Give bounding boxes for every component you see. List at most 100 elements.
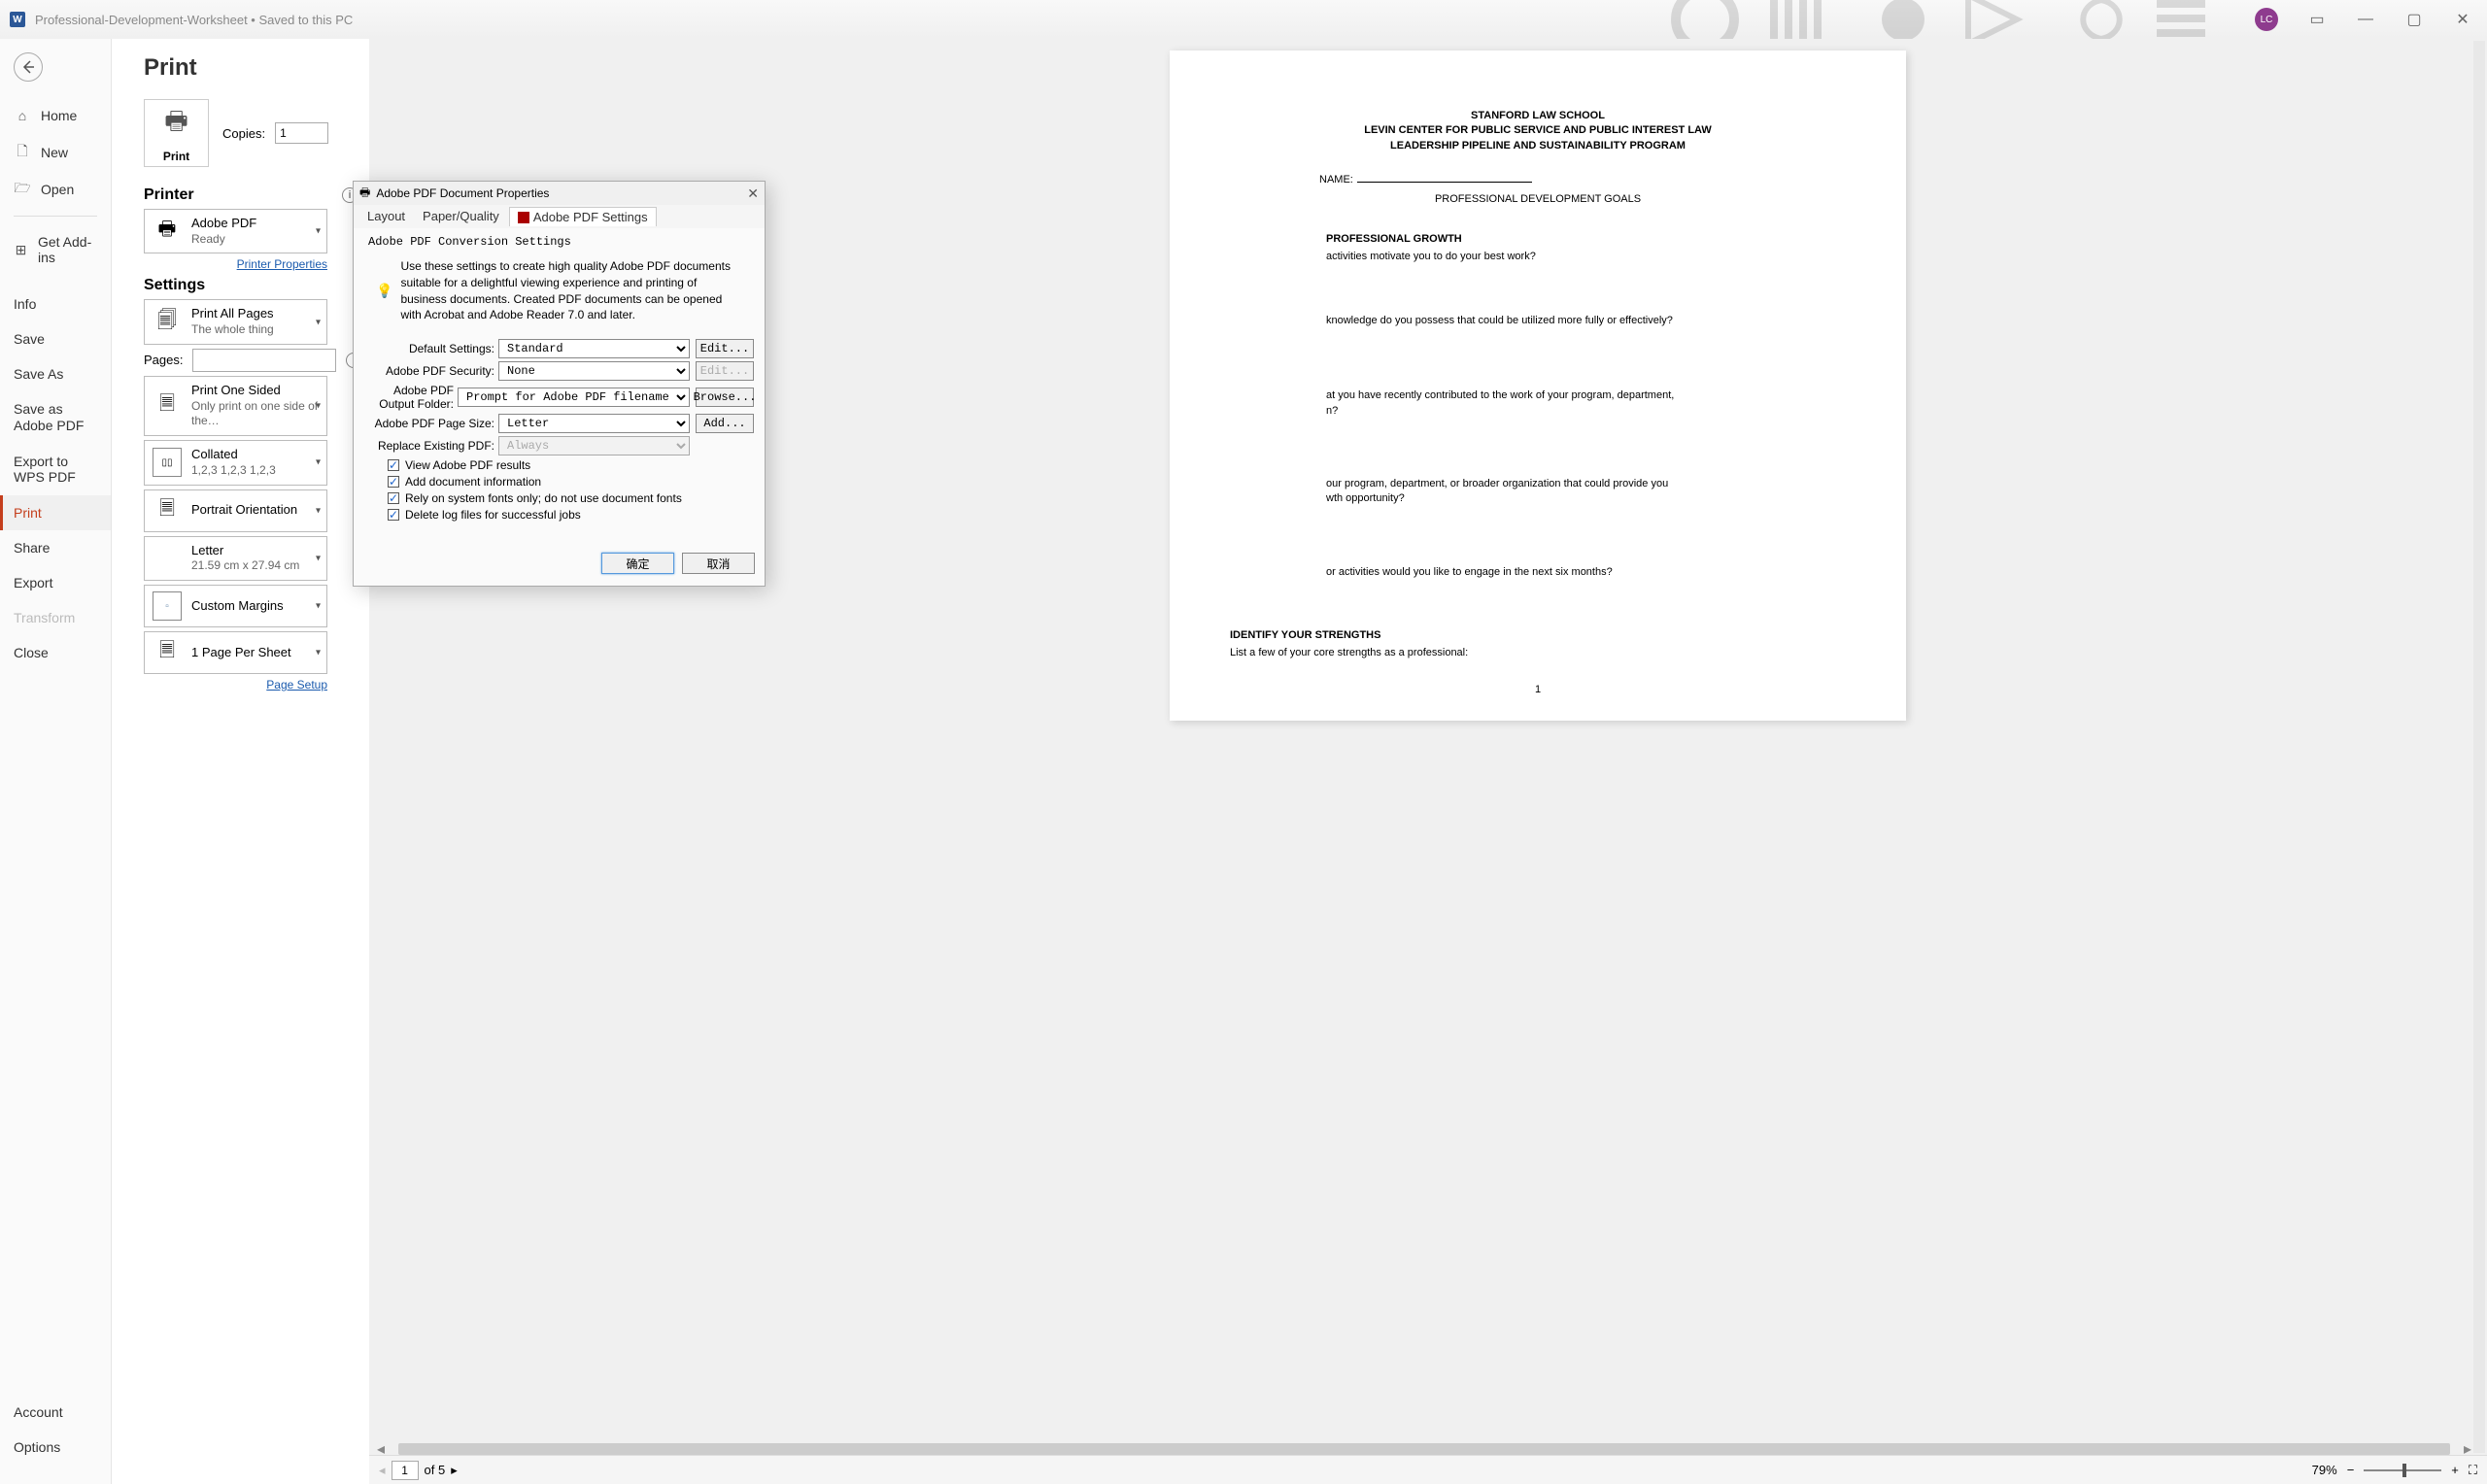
nav-export[interactable]: Export xyxy=(0,565,111,600)
printer-select[interactable]: 🖶 Adobe PDF Ready ▾ xyxy=(144,209,327,253)
printer-properties-link[interactable]: Printer Properties xyxy=(144,257,327,271)
left-nav: ⌂Home 🗋New 🗁Open ⊞Get Add-ins Info Save … xyxy=(0,39,112,1484)
nav-print[interactable]: Print xyxy=(0,495,111,530)
pages-per-sheet-select[interactable]: 🗏 1 Page Per Sheet ▾ xyxy=(144,631,327,674)
zoom-out-icon[interactable]: − xyxy=(2347,1463,2355,1477)
page-setup-link[interactable]: Page Setup xyxy=(144,678,327,691)
view-results-checkbox[interactable]: ✓ View Adobe PDF results xyxy=(388,458,754,472)
print-range-select[interactable]: 🗐 Print All PagesThe whole thing ▾ xyxy=(144,299,327,344)
checkbox-checked-icon: ✓ xyxy=(388,476,399,488)
chevron-down-icon: ▾ xyxy=(316,553,321,563)
sheet-icon: 🗏 xyxy=(153,638,182,667)
minimize-icon[interactable]: — xyxy=(2356,10,2375,29)
back-button[interactable] xyxy=(14,52,43,82)
nav-open[interactable]: 🗁Open xyxy=(0,171,111,208)
checkbox-checked-icon: ✓ xyxy=(388,459,399,471)
home-icon: ⌂ xyxy=(14,107,31,124)
cancel-button[interactable]: 取消 xyxy=(682,553,755,574)
orientation-select[interactable]: 🗏 Portrait Orientation ▾ xyxy=(144,489,327,532)
nav-addins[interactable]: ⊞Get Add-ins xyxy=(0,224,111,275)
chevron-down-icon: ▾ xyxy=(316,648,321,658)
edit-security-button: Edit... xyxy=(696,361,754,381)
paper-icon xyxy=(153,544,182,573)
printer-small-icon: 🖶 xyxy=(359,184,370,204)
new-doc-icon: 🗋 xyxy=(14,144,31,161)
pdf-icon xyxy=(518,212,529,223)
output-folder-label: Adobe PDF Output Folder: xyxy=(364,384,458,411)
page-total: of 5 xyxy=(425,1463,446,1477)
print-panel: Print 🖶 Print Copies: Printer i 🖶 Adobe … xyxy=(112,39,369,1484)
replace-pdf-label: Replace Existing PDF: xyxy=(364,439,498,453)
margins-icon: ▫ xyxy=(153,591,182,621)
add-button[interactable]: Add... xyxy=(696,414,754,433)
next-page-icon[interactable]: ▸ xyxy=(451,1463,458,1478)
back-arrow-icon xyxy=(20,59,36,75)
dialog-close-button[interactable]: ✕ xyxy=(747,186,759,202)
paper-size-select[interactable]: Letter21.59 cm x 27.94 cm ▾ xyxy=(144,536,327,581)
nav-save[interactable]: Save xyxy=(0,321,111,356)
zoom-controls: 79% − + ⛶ xyxy=(2312,1463,2477,1478)
default-settings-select[interactable]: Standard xyxy=(498,339,690,358)
tab-layout[interactable]: Layout xyxy=(359,207,413,226)
sides-select[interactable]: 🗏 Print One SidedOnly print on one side … xyxy=(144,376,327,436)
dialog-title: Adobe PDF Document Properties xyxy=(376,186,549,200)
chevron-down-icon: ▾ xyxy=(316,505,321,516)
page-size-select[interactable]: Letter xyxy=(498,414,690,433)
open-folder-icon: 🗁 xyxy=(14,181,31,198)
addins-icon: ⊞ xyxy=(14,241,28,258)
delete-log-checkbox[interactable]: ✓ Delete log files for successful jobs xyxy=(388,508,754,522)
margins-select[interactable]: ▫ Custom Margins ▾ xyxy=(144,585,327,627)
dialog-titlebar[interactable]: 🖶 Adobe PDF Document Properties ✕ xyxy=(354,182,765,205)
nav-home[interactable]: ⌂Home xyxy=(0,97,111,134)
nav-saveas[interactable]: Save As xyxy=(0,356,111,391)
nav-share[interactable]: Share xyxy=(0,530,111,565)
collate-select[interactable]: ▯▯ Collated1,2,3 1,2,3 1,2,3 ▾ xyxy=(144,440,327,485)
document-title: Professional-Development-Worksheet • Sav… xyxy=(35,13,353,27)
printer-section-header: Printer i xyxy=(144,186,361,204)
page-size-label: Adobe PDF Page Size: xyxy=(364,417,498,430)
zoom-in-icon[interactable]: + xyxy=(2451,1463,2459,1477)
zoom-slider[interactable] xyxy=(2364,1469,2441,1471)
dialog-tabs: Layout Paper/Quality Adobe PDF Settings xyxy=(354,205,765,228)
maximize-icon[interactable]: ▢ xyxy=(2404,10,2424,29)
nav-save-adobe[interactable]: Save as Adobe PDF xyxy=(0,391,111,444)
one-sided-icon: 🗏 xyxy=(153,391,182,421)
add-doc-info-checkbox[interactable]: ✓ Add document information xyxy=(388,475,754,489)
nav-info[interactable]: Info xyxy=(0,287,111,321)
current-page-input[interactable] xyxy=(392,1461,419,1480)
nav-close[interactable]: Close xyxy=(0,635,111,670)
pages-input[interactable] xyxy=(192,349,336,372)
tab-paper-quality[interactable]: Paper/Quality xyxy=(415,207,507,226)
nav-account[interactable]: Account xyxy=(0,1395,112,1430)
vertical-scrollbar[interactable] xyxy=(2473,41,2485,1453)
browse-button[interactable]: Browse... xyxy=(696,388,754,407)
output-folder-select[interactable]: Prompt for Adobe PDF filename xyxy=(458,388,690,407)
checkbox-checked-icon: ✓ xyxy=(388,509,399,521)
print-button[interactable]: 🖶 Print xyxy=(144,99,209,167)
tab-pdf-settings[interactable]: Adobe PDF Settings xyxy=(509,207,657,226)
default-settings-label: Default Settings: xyxy=(364,342,498,355)
nav-options[interactable]: Options xyxy=(0,1430,112,1465)
chevron-down-icon: ▾ xyxy=(316,401,321,412)
ok-button[interactable]: 确定 xyxy=(601,553,674,574)
security-select[interactable]: None xyxy=(498,361,690,381)
collated-icon: ▯▯ xyxy=(153,448,182,477)
prev-page-icon[interactable]: ◂ xyxy=(379,1463,386,1478)
close-window-icon[interactable]: ✕ xyxy=(2453,10,2472,29)
chevron-down-icon: ▾ xyxy=(316,317,321,327)
scroll-right-icon[interactable]: ▸ xyxy=(2464,1439,2471,1459)
user-avatar[interactable]: LC xyxy=(2255,8,2278,31)
edit-default-button[interactable]: Edit... xyxy=(696,339,754,358)
scroll-left-icon[interactable]: ◂ xyxy=(377,1439,385,1459)
nav-new[interactable]: 🗋New xyxy=(0,134,111,171)
fit-page-icon[interactable]: ⛶ xyxy=(2469,1463,2477,1478)
nav-export-wps[interactable]: Export to WPS PDF xyxy=(0,444,111,496)
system-fonts-checkbox[interactable]: ✓ Rely on system fonts only; do not use … xyxy=(388,491,754,505)
horizontal-scrollbar[interactable]: ◂ ▸ xyxy=(377,1443,2471,1455)
ribbon-options-icon[interactable]: ▭ xyxy=(2307,10,2327,29)
printer-device-icon: 🖶 xyxy=(153,217,182,246)
copies-input[interactable] xyxy=(275,122,328,144)
pages-icon: 🗐 xyxy=(153,308,182,337)
group-legend: Adobe PDF Conversion Settings xyxy=(364,235,754,249)
title-bar: W Professional-Development-Worksheet • S… xyxy=(0,0,2487,39)
